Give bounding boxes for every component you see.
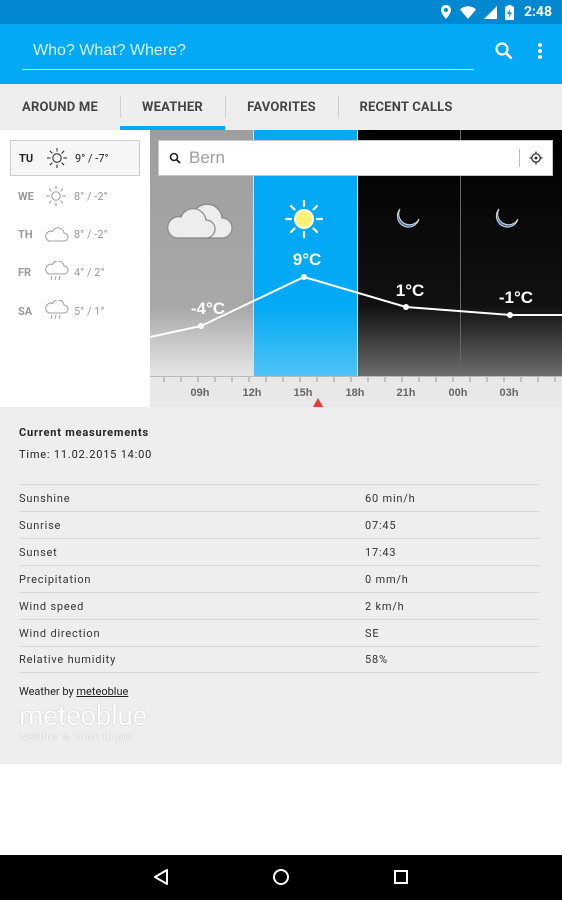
recents-icon[interactable] <box>392 868 410 886</box>
search-icon[interactable] <box>169 152 181 164</box>
tab-bar: AROUND ME WEATHER FAVORITES RECENT CALLS <box>0 84 562 130</box>
current-measurements-panel: Current measurements Time: 11.02.2015 14… <box>0 407 562 764</box>
measurement-row: Sunshine 60 min/h <box>19 484 539 511</box>
logo-title: meteoblue <box>19 699 147 732</box>
sun-icon <box>43 147 71 169</box>
day-item-fr[interactable]: FR 4° / 2° <box>10 254 140 290</box>
measurement-row: Precipitation 0 mm/h <box>19 565 539 592</box>
tab-favorites[interactable]: FAVORITES <box>225 84 338 130</box>
forecast-chart[interactable]: -4°C 9°C 1°C -1°C 09h 12h 15h 18h 21h 00… <box>150 130 562 407</box>
temp-point <box>507 312 513 318</box>
rain-cloud-icon <box>42 300 70 322</box>
temp-point <box>301 274 307 280</box>
time-label: 03h <box>500 387 519 399</box>
measurement-row: Sunrise 07:45 <box>19 511 539 538</box>
time-label: 21h <box>397 387 416 399</box>
temp-label: 9°C <box>293 250 322 269</box>
time-label: 18h <box>346 387 365 399</box>
time-label: 12h <box>243 387 262 399</box>
weather-credit: Weather by meteoblue <box>19 685 129 698</box>
city-search-input[interactable] <box>189 141 509 175</box>
search-field[interactable] <box>22 32 474 70</box>
measurement-row: Wind speed 2 km/h <box>19 592 539 619</box>
tab-around-me[interactable]: AROUND ME <box>0 84 120 130</box>
temp-label: -4°C <box>191 299 225 318</box>
battery-charging-icon <box>504 4 514 20</box>
city-search-box[interactable] <box>158 140 553 176</box>
status-bar: 2:48 <box>0 0 562 24</box>
measurements-table: Sunshine 60 min/h Sunrise 07:45 Sunset 17:4… <box>19 484 539 673</box>
day-item-tu[interactable]: TU 9° / -7° <box>10 140 140 176</box>
search-input[interactable] <box>22 32 474 69</box>
rain-cloud-icon <box>42 261 70 283</box>
app-bar <box>0 24 562 84</box>
meteoblue-logo: meteoblue weather ☼ close to you <box>19 701 147 743</box>
meteoblue-link[interactable]: meteoblue <box>76 685 128 698</box>
wifi-icon <box>459 5 476 19</box>
temp-point <box>198 323 204 329</box>
temp-label: -1°C <box>499 288 533 307</box>
time-label: 00h <box>449 387 468 399</box>
measurements-time: Time: 11.02.2015 14:00 <box>19 448 153 461</box>
time-label: 15h <box>294 387 313 399</box>
sun-icon <box>42 185 70 207</box>
day-item-sa[interactable]: SA 5° / 1° <box>10 293 140 329</box>
logo-tagline: weather ☼ close to you <box>19 730 133 743</box>
overflow-menu-icon[interactable] <box>530 41 550 61</box>
home-icon[interactable] <box>272 868 290 886</box>
location-icon <box>440 5 451 19</box>
navigation-bar <box>0 855 562 900</box>
locate-icon[interactable] <box>529 151 543 165</box>
signal-icon <box>483 5 497 19</box>
time-label: 09h <box>191 387 210 399</box>
measurement-row: Wind direction SE <box>19 619 539 646</box>
day-list: TU 9° / -7° WE 8° / -2° TH 8° / -2° FR 4… <box>0 130 150 407</box>
divider <box>519 149 520 167</box>
measurement-row: Relative humidity 58% <box>19 646 539 673</box>
tab-weather[interactable]: WEATHER <box>120 84 225 130</box>
back-icon[interactable] <box>152 868 170 886</box>
temp-point <box>403 304 409 310</box>
cloud-icon <box>42 225 70 243</box>
measurements-title: Current measurements <box>19 426 149 439</box>
search-icon[interactable] <box>494 41 514 61</box>
day-item-th[interactable]: TH 8° / -2° <box>10 216 140 252</box>
measurement-row: Sunset 17:43 <box>19 538 539 565</box>
sun-icon <box>284 199 324 239</box>
tab-recent-calls[interactable]: RECENT CALLS <box>338 84 474 130</box>
temp-label: 1°C <box>396 281 425 300</box>
clock: 2:48 <box>523 4 552 20</box>
day-item-we[interactable]: WE 8° / -2° <box>10 178 140 214</box>
